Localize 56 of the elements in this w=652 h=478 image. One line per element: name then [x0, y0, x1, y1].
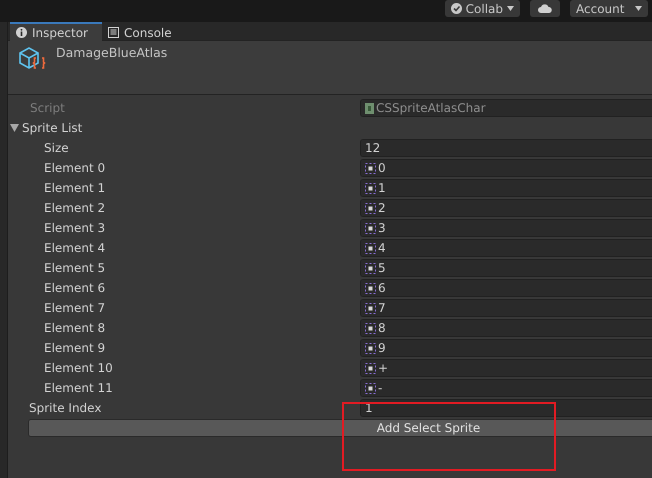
asset-title: DamageBlueAtlas [56, 45, 168, 62]
field-label: Script [29, 101, 66, 115]
field-label: Sprite Index [28, 401, 102, 415]
sprite-icon [365, 362, 376, 374]
console-icon [108, 27, 119, 38]
cloud-button[interactable] [530, 0, 560, 17]
sprite-field[interactable]: 7 [360, 299, 652, 317]
sprite-field[interactable]: + [360, 359, 652, 377]
sprite-field[interactable]: - [360, 379, 652, 397]
field-label: Element 5 [43, 261, 106, 275]
sprite-icon [365, 242, 376, 254]
field-label: Element 8 [43, 321, 106, 335]
foldout-toggle[interactable] [8, 124, 22, 132]
field-label: Element 3 [43, 221, 106, 235]
sprite-icon [365, 182, 376, 194]
account-button[interactable]: Account [570, 0, 648, 17]
caret-icon [635, 6, 642, 11]
sprite-icon [365, 322, 376, 334]
sprite-icon [365, 382, 376, 394]
panel-tab[interactable]: Console [102, 22, 182, 41]
sprite-icon [365, 342, 376, 354]
collab-button[interactable]: Collab [444, 0, 520, 17]
sprite-field[interactable]: 9 [360, 339, 652, 357]
sprite-field[interactable]: 8 [360, 319, 652, 337]
sprite-icon [365, 222, 376, 234]
sprite-field[interactable]: 1 [360, 179, 652, 197]
field-label: Element 0 [43, 161, 106, 175]
field-label: Element 1 [43, 181, 106, 195]
size-field[interactable]: 12 [360, 139, 652, 157]
sprite-field[interactable]: 5 [360, 259, 652, 277]
sprite-field[interactable]: 3 [360, 219, 652, 237]
sprite-field[interactable]: 6 [360, 279, 652, 297]
panel-tab[interactable]: Inspector [10, 22, 102, 41]
field-label: Element 10 [43, 361, 114, 375]
field-label: Element 6 [43, 281, 106, 295]
sprite-icon [365, 202, 376, 214]
field-label: Element 4 [43, 241, 106, 255]
field-label: Element 9 [43, 341, 106, 355]
field-label: Element 7 [43, 301, 106, 315]
sprite-icon [365, 262, 376, 274]
field-label: Element 11 [43, 381, 114, 395]
info-icon [16, 27, 27, 38]
cloud-icon [538, 4, 552, 13]
sprite-icon [365, 302, 376, 314]
sprite-icon [365, 282, 376, 294]
field-label: Element 2 [43, 201, 106, 215]
sprite-icon [365, 162, 376, 174]
foldout-label: Sprite List [22, 121, 84, 135]
check-icon [450, 3, 462, 14]
sprite-field[interactable]: 2 [360, 199, 652, 217]
script-file-icon [365, 102, 374, 114]
sprite-field[interactable]: 4 [360, 239, 652, 257]
add-sprite-button[interactable]: Add Select Sprite [28, 419, 652, 437]
sprite-field[interactable]: 0 [360, 159, 652, 177]
field-label: Size [43, 141, 70, 155]
caret-icon [507, 6, 514, 11]
